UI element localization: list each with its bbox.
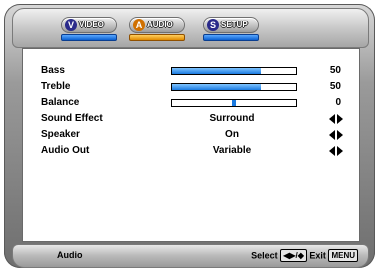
tab-video-label: VIDEO — [79, 20, 104, 29]
audio-out-value: Variable — [212, 145, 252, 156]
audio-icon: A — [133, 19, 145, 31]
setting-row-bass[interactable]: Bass 50 — [23, 63, 359, 79]
bass-slider-fill — [172, 68, 262, 74]
tab-video-pill: V VIDEO — [61, 17, 117, 33]
treble-slider-fill — [172, 84, 262, 90]
audio-out-label: Audio Out — [41, 145, 90, 156]
sound-effect-label: Sound Effect — [41, 113, 103, 124]
balance-value: 0 — [335, 97, 341, 108]
navigation-keys-icon: ◀▶/◆ — [280, 249, 307, 262]
tab-video-indicator — [61, 34, 117, 41]
status-hints: Select ◀▶/◆ Exit MENU — [251, 249, 358, 262]
tab-setup-pill: S SETUP — [203, 17, 259, 33]
bass-value: 50 — [329, 65, 341, 76]
status-bar: Audio Select ◀▶/◆ Exit MENU — [12, 244, 369, 268]
tab-audio-indicator — [129, 34, 185, 41]
exit-hint-label: Exit — [309, 250, 326, 261]
setting-row-speaker[interactable]: Speaker On — [23, 127, 359, 143]
tab-audio-label: AUDIO — [147, 20, 173, 29]
setup-icon: S — [207, 19, 219, 31]
speaker-label: Speaker — [41, 129, 80, 140]
left-right-arrows-icon[interactable] — [329, 130, 343, 140]
balance-slider-marker — [232, 100, 236, 106]
treble-label: Treble — [41, 81, 71, 92]
speaker-value: On — [225, 129, 239, 140]
menu-key-icon: MENU — [328, 249, 358, 262]
balance-slider[interactable] — [171, 99, 297, 107]
setting-row-sound-effect[interactable]: Sound Effect Surround — [23, 111, 359, 127]
bass-label: Bass — [41, 65, 65, 76]
treble-slider[interactable] — [171, 83, 297, 91]
left-right-arrows-icon[interactable] — [329, 114, 343, 124]
video-icon: V — [65, 19, 77, 31]
select-hint-label: Select — [251, 250, 278, 261]
status-title: Audio — [57, 250, 83, 260]
tab-video[interactable]: V VIDEO — [59, 17, 117, 43]
left-right-arrows-icon[interactable] — [329, 146, 343, 156]
tab-setup-indicator — [203, 34, 259, 41]
audio-settings-panel: Bass 50 Treble 50 Balance 0 Sound Effect… — [22, 48, 360, 242]
tab-setup-label: SETUP — [221, 20, 248, 29]
setting-row-treble[interactable]: Treble 50 — [23, 79, 359, 95]
menu-tab-bar: V VIDEO A AUDIO S SETUP — [12, 8, 369, 48]
sound-effect-value: Surround — [209, 113, 255, 124]
balance-label: Balance — [41, 97, 80, 108]
tab-setup[interactable]: S SETUP — [201, 17, 259, 43]
setting-row-balance[interactable]: Balance 0 — [23, 95, 359, 111]
tab-audio-pill: A AUDIO — [129, 17, 185, 33]
setting-row-audio-out[interactable]: Audio Out Variable — [23, 143, 359, 159]
bass-slider[interactable] — [171, 67, 297, 75]
tab-audio[interactable]: A AUDIO — [127, 17, 185, 43]
treble-value: 50 — [329, 81, 341, 92]
